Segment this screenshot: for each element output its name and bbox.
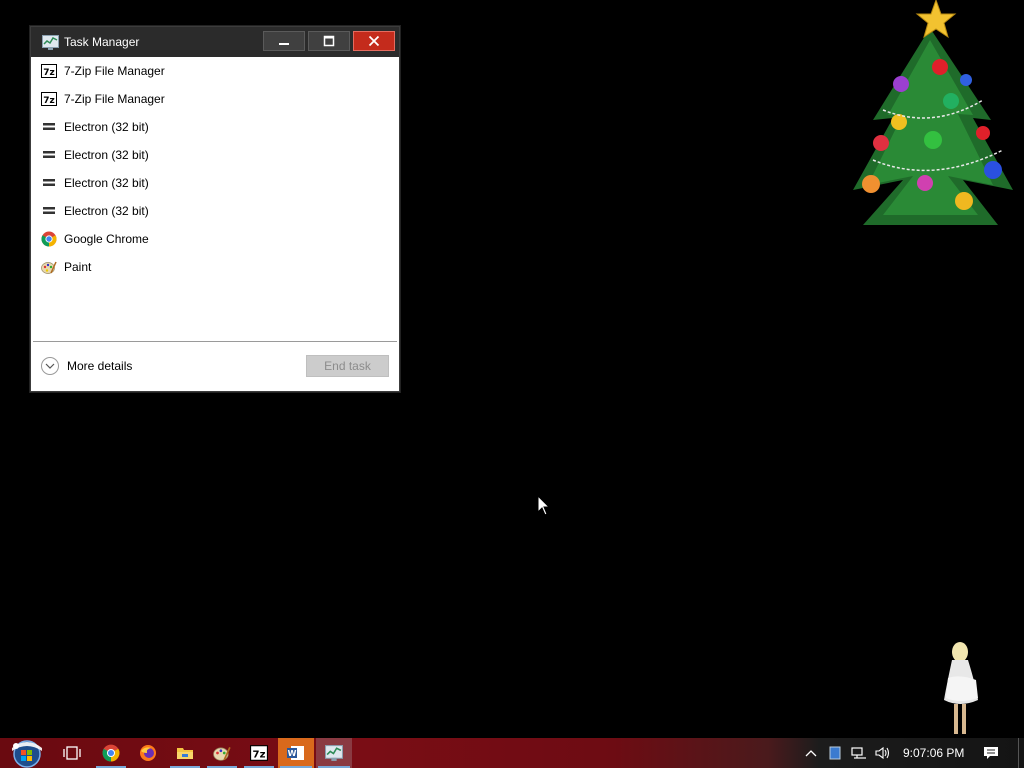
list-item[interactable]: 7z 7-Zip File Manager (33, 85, 397, 113)
process-list[interactable]: 7z 7-Zip File Manager 7z 7-Zip File Mana… (33, 57, 397, 341)
tray-volume[interactable] (872, 738, 894, 768)
7zip-icon: 7z (250, 745, 268, 761)
end-task-button[interactable]: End task (306, 355, 389, 377)
taskbar-file-explorer[interactable] (168, 738, 202, 768)
tray-clock[interactable]: 9:07:06 PM (903, 746, 964, 760)
tablet-icon (829, 746, 841, 760)
list-item[interactable]: Paint (33, 253, 397, 281)
svg-text:W: W (288, 749, 297, 758)
chevron-down-icon (41, 357, 59, 375)
show-hidden-icons-button[interactable] (802, 738, 820, 768)
close-icon (368, 35, 380, 47)
process-name: 7-Zip File Manager (64, 64, 165, 78)
process-name: 7-Zip File Manager (64, 92, 165, 106)
windows-orb-icon (12, 740, 42, 768)
more-details-button[interactable]: More details (41, 357, 132, 375)
tray-tablet[interactable] (826, 738, 844, 768)
more-details-label: More details (67, 359, 133, 373)
taskbar: 7z W 9:07:06 PM (0, 738, 1024, 768)
taskbar-word[interactable]: W (278, 738, 314, 768)
close-button[interactable] (353, 31, 395, 51)
paint-icon (213, 747, 231, 761)
firefox-icon (140, 745, 156, 761)
task-manager-icon (325, 745, 343, 761)
minimize-button[interactable] (263, 31, 305, 51)
process-name: Electron (32 bit) (64, 148, 149, 162)
footer: More details End task (33, 342, 397, 389)
start-button[interactable] (6, 738, 48, 768)
taskbar-7zip[interactable]: 7z (242, 738, 276, 768)
svg-text:7z: 7z (253, 750, 266, 761)
process-name: Electron (32 bit) (64, 204, 149, 218)
process-name: Electron (32 bit) (64, 176, 149, 190)
process-name: Electron (32 bit) (64, 120, 149, 134)
electron-icon (41, 175, 57, 191)
list-item[interactable]: Electron (32 bit) (33, 169, 397, 197)
woman-figure-image (944, 642, 978, 734)
minimize-icon (279, 43, 289, 45)
process-name: Google Chrome (64, 232, 149, 246)
chrome-icon (41, 231, 57, 247)
taskbar-paint[interactable] (205, 738, 239, 768)
task-view-button[interactable] (58, 738, 86, 768)
list-item[interactable]: Electron (32 bit) (33, 141, 397, 169)
maximize-icon (323, 35, 335, 47)
taskbar-task-manager[interactable] (316, 738, 352, 768)
svg-text:7z: 7z (43, 96, 55, 106)
notification-icon (984, 747, 998, 759)
mouse-cursor-icon (537, 495, 551, 516)
taskbar-chrome[interactable] (94, 738, 128, 768)
window-title: Task Manager (64, 35, 140, 49)
list-item[interactable]: 7z 7-Zip File Manager (33, 57, 397, 85)
title-bar[interactable]: Task Manager (31, 27, 399, 57)
folder-icon (177, 748, 193, 759)
list-item[interactable]: Google Chrome (33, 225, 397, 253)
chevron-up-icon (805, 750, 817, 757)
paint-icon (41, 259, 57, 275)
7zip-icon: 7z (41, 63, 57, 79)
taskbar-firefox[interactable] (131, 738, 165, 768)
maximize-button[interactable] (308, 31, 350, 51)
task-manager-client: 7z 7-Zip File Manager 7z 7-Zip File Mana… (33, 57, 397, 389)
list-item[interactable]: Electron (32 bit) (33, 197, 397, 225)
task-view-icon (63, 746, 81, 760)
volume-icon (875, 746, 890, 760)
electron-icon (41, 119, 57, 135)
7zip-icon: 7z (41, 91, 57, 107)
task-manager-icon (42, 34, 59, 50)
task-manager-window[interactable]: Task Manager 7z 7-Zip File Manager 7z 7-… (30, 26, 400, 392)
electron-icon (41, 203, 57, 219)
electron-icon (41, 147, 57, 163)
process-name: Paint (64, 260, 92, 274)
action-center-button[interactable] (978, 738, 1004, 768)
list-item[interactable]: Electron (32 bit) (33, 113, 397, 141)
tray-network[interactable] (848, 738, 870, 768)
svg-text:7z: 7z (43, 68, 55, 78)
chrome-icon (102, 744, 120, 762)
christmas-tree-image (853, 0, 1013, 225)
word-icon: W (287, 746, 304, 760)
network-icon (851, 747, 866, 759)
show-desktop-button[interactable] (1018, 738, 1024, 768)
